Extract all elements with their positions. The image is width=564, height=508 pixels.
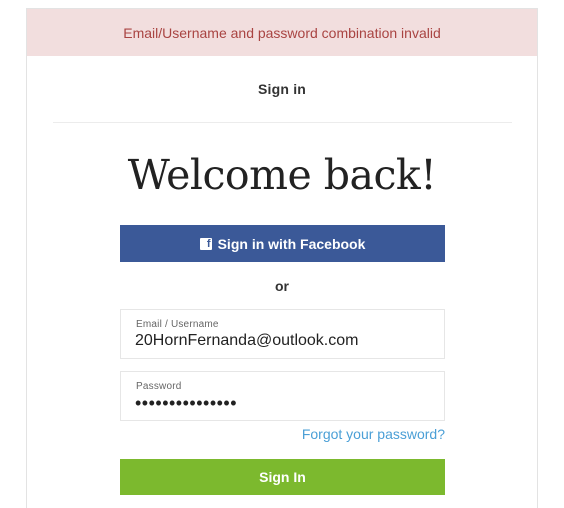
facebook-signin-button[interactable]: f Sign in with Facebook [120, 225, 445, 262]
signin-button-label: Sign In [259, 469, 306, 485]
password-label: Password [136, 381, 182, 392]
password-field[interactable] [135, 393, 435, 414]
email-field-box[interactable]: Email / Username [120, 309, 445, 359]
welcome-heading: Welcome back! [127, 151, 437, 199]
email-label: Email / Username [136, 319, 219, 330]
email-field[interactable] [135, 332, 435, 350]
divider [53, 122, 512, 123]
forgot-password-link[interactable]: Forgot your password? [120, 426, 445, 442]
facebook-icon: f [199, 237, 212, 250]
or-separator: or [275, 278, 289, 294]
facebook-signin-label: Sign in with Facebook [217, 235, 366, 252]
error-banner: Email/Username and password combination … [27, 9, 537, 56]
password-field-box[interactable]: Password [120, 371, 445, 421]
signin-card: Email/Username and password combination … [26, 8, 538, 508]
error-message: Email/Username and password combination … [123, 24, 441, 41]
signin-button[interactable]: Sign In [120, 459, 445, 495]
page-title: Sign in [257, 81, 307, 97]
